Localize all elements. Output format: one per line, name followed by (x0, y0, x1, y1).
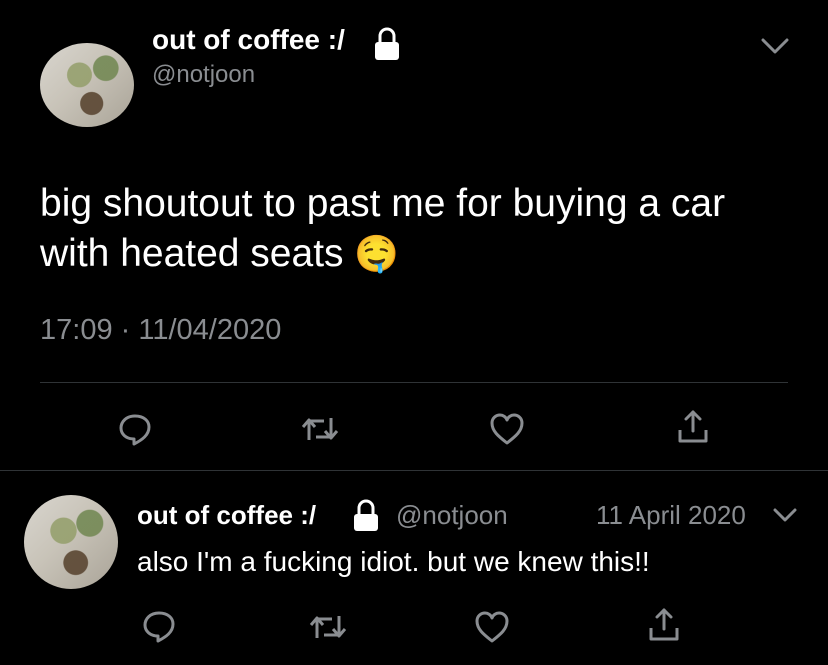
chevron-down-icon[interactable] (772, 506, 798, 524)
display-name[interactable]: out of coffee :/ (152, 24, 345, 56)
reply-icon[interactable] (117, 411, 153, 447)
retweet-icon[interactable] (308, 611, 348, 643)
handle[interactable]: @notjoon (152, 61, 255, 89)
timestamp-separator: · (120, 314, 131, 346)
tweet-text-line-2: with heated seats 🤤 (40, 229, 800, 279)
chevron-down-icon[interactable] (760, 36, 790, 56)
reply-display-name[interactable]: out of coffee :/ (137, 500, 316, 531)
reply-date[interactable]: 11 April 2020 (596, 500, 746, 531)
like-icon[interactable] (488, 411, 526, 447)
avatar[interactable] (40, 43, 134, 127)
lock-icon (352, 499, 380, 533)
tweet-text-line-2-text: with heated seats (40, 232, 344, 275)
tweet-text-line-1: big shoutout to past me for buying a car (40, 182, 726, 225)
share-icon[interactable] (676, 408, 710, 446)
drooling-face-emoji: 🤤 (354, 233, 400, 274)
divider (40, 382, 788, 383)
retweet-icon[interactable] (300, 413, 340, 445)
tweet-date: 11/04/2020 (138, 314, 282, 346)
like-icon[interactable] (473, 609, 511, 645)
reply-text: also I'm a fucking idiot. but we knew th… (137, 546, 650, 577)
avatar[interactable] (24, 495, 118, 589)
lock-icon (372, 26, 402, 62)
share-icon[interactable] (647, 606, 681, 644)
tweet-text: big shoutout to past me for buying a car… (40, 179, 800, 279)
reply-icon[interactable] (141, 608, 177, 644)
tweet-time: 17:09 (40, 314, 113, 346)
reply-handle[interactable]: @notjoon (396, 500, 508, 531)
tweet-timestamp[interactable]: 17:09 · 11/04/2020 (40, 314, 281, 347)
divider (0, 470, 828, 471)
